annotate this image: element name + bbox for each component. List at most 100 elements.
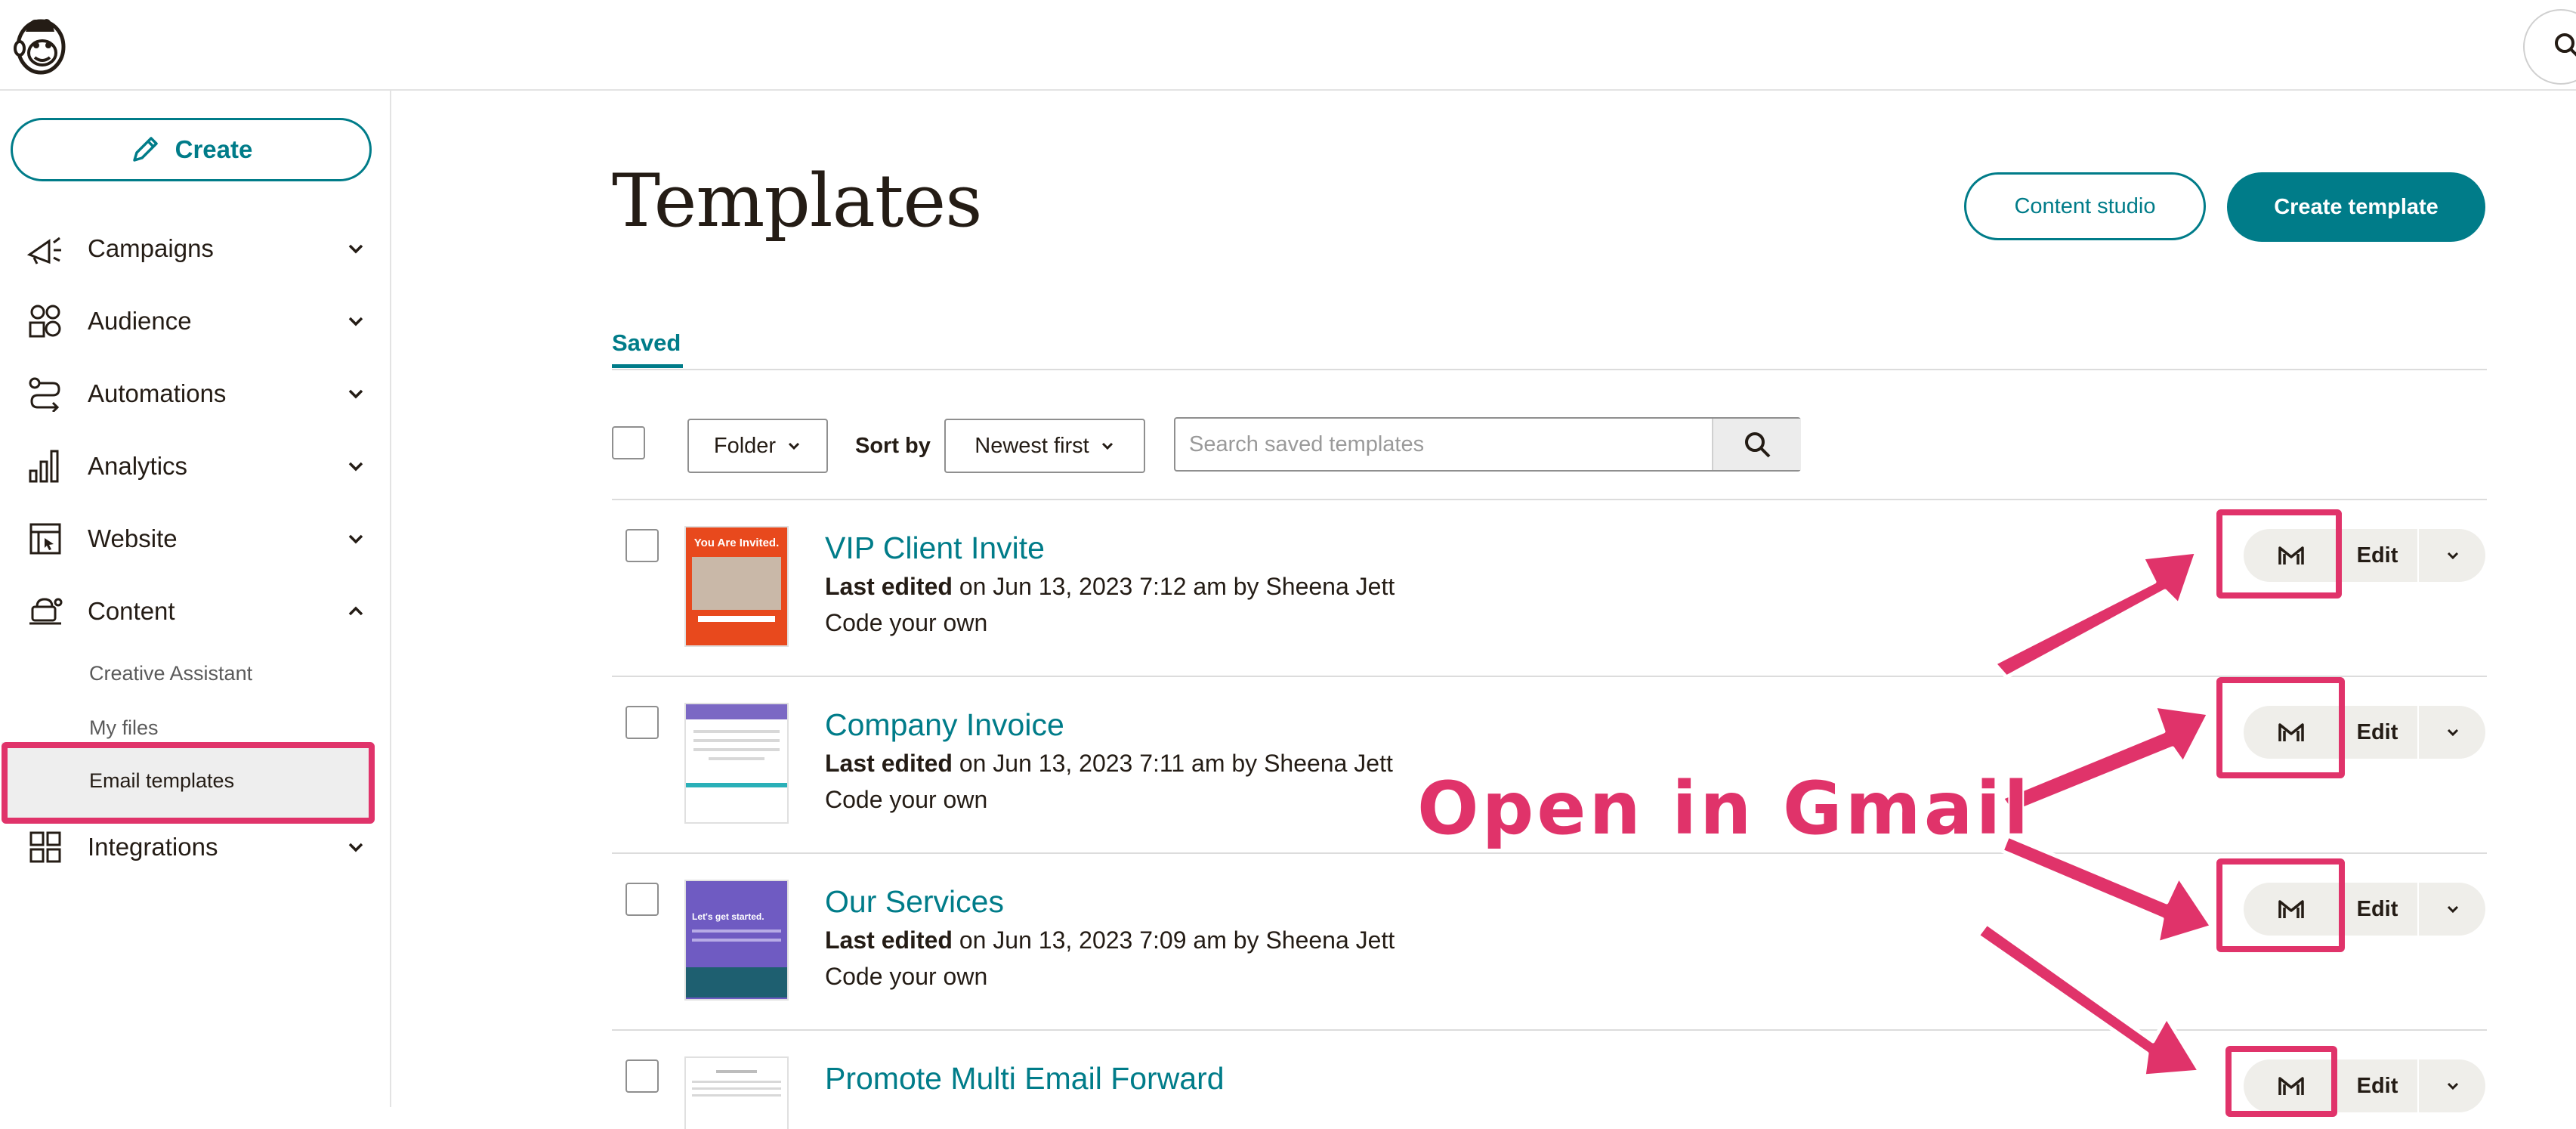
template-name[interactable]: VIP Client Invite [825, 530, 1045, 566]
chevron-down-icon [2447, 728, 2459, 737]
chevron-down-icon [348, 462, 363, 472]
sort-dropdown-value: Newest first [974, 433, 1089, 458]
search-icon [2555, 33, 2576, 57]
sidebar-item-label: Website [88, 524, 178, 552]
row-checkbox[interactable] [625, 1059, 659, 1093]
sidebar-item-label: Audience [88, 307, 192, 335]
last-edited-value: on Jun 13, 2023 7:11 am by Sheena Jett [952, 750, 1393, 777]
page-title: Templates [612, 159, 982, 243]
freddie-logo-icon[interactable] [11, 9, 71, 77]
top-bar [0, 0, 2576, 91]
automations-icon [26, 374, 65, 413]
template-name[interactable]: Company Invoice [825, 707, 1064, 743]
last-edited-label: Last edited [825, 926, 953, 954]
chevron-down-icon [348, 317, 363, 326]
main-content: Templates Content studio Create template… [391, 91, 2576, 1129]
highlight-box-gmail-1 [2216, 509, 2342, 599]
annotation-label: Open in Gmail [1416, 765, 2032, 852]
row-checkbox[interactable] [625, 706, 659, 739]
template-row: You Are Invited. VIP Client Invite Last … [612, 500, 2487, 674]
template-row: Let's get started. Our Services Last edi… [612, 854, 2487, 1028]
website-icon [26, 519, 65, 558]
last-edited-value: on Jun 13, 2023 7:09 am by Sheena Jett [952, 926, 1395, 954]
content-icon [26, 592, 65, 631]
chevron-down-icon [789, 442, 800, 450]
chevron-down-icon [348, 534, 363, 544]
sidebar-item-campaigns[interactable]: Campaigns [26, 222, 366, 275]
thumbnail-text: You Are Invited. [693, 537, 780, 549]
create-button[interactable]: Create [11, 118, 372, 181]
chevron-down-icon [348, 843, 363, 852]
select-all-checkbox[interactable] [612, 426, 645, 459]
row-checkbox[interactable] [625, 883, 659, 916]
create-button-label: Create [175, 135, 253, 163]
sidebar-item-label: Campaigns [88, 234, 214, 262]
sidebar-item-automations[interactable]: Automations [26, 367, 366, 420]
chevron-down-icon [348, 244, 363, 254]
megaphone-icon [26, 229, 65, 268]
folder-dropdown[interactable]: Folder [687, 419, 828, 473]
template-type: Code your own [825, 786, 988, 813]
grid-icon [26, 827, 65, 867]
edit-button[interactable]: Edit [2339, 1059, 2416, 1112]
more-actions-button[interactable] [2417, 883, 2487, 936]
sidebar-item-label: Content [88, 597, 175, 625]
sort-dropdown[interactable]: Newest first [944, 419, 1145, 473]
sidebar-item-analytics[interactable]: Analytics [26, 440, 366, 493]
template-meta: Last edited on Jun 13, 2023 7:11 am by S… [825, 750, 1393, 778]
sidebar-sub-creative-assistant[interactable]: Creative Assistant [89, 662, 252, 685]
edit-button[interactable]: Edit [2339, 883, 2416, 936]
last-edited-label: Last edited [825, 750, 953, 777]
template-type: Code your own [825, 963, 988, 990]
template-type: Code your own [825, 609, 988, 636]
tab-divider [612, 369, 2487, 370]
template-thumbnail[interactable] [684, 1056, 789, 1129]
template-thumbnail[interactable]: You Are Invited. [684, 526, 789, 647]
folder-dropdown-label: Folder [713, 433, 777, 458]
tab-saved[interactable]: Saved [612, 329, 681, 357]
template-row: Promote Multi Email Forward Edit [612, 1031, 2487, 1129]
top-search-button[interactable] [2523, 9, 2576, 85]
template-name[interactable]: Promote Multi Email Forward [825, 1061, 1225, 1097]
edit-button[interactable]: Edit [2339, 706, 2416, 759]
chevron-up-icon [348, 606, 363, 616]
sort-by-label: Sort by [855, 434, 931, 458]
sidebar: Create Campaigns Audience Automations An… [0, 91, 391, 1107]
create-template-button[interactable]: Create template [2227, 172, 2485, 242]
sidebar-item-website[interactable]: Website [26, 512, 366, 565]
content-studio-button[interactable]: Content studio [1964, 172, 2206, 240]
audience-icon [26, 302, 65, 341]
sidebar-item-content[interactable]: Content [26, 585, 366, 638]
template-thumbnail[interactable] [684, 703, 789, 824]
sidebar-item-integrations[interactable]: Integrations [26, 821, 366, 874]
search-button[interactable] [1712, 419, 1801, 470]
sidebar-item-label: Analytics [88, 452, 188, 480]
last-edited-label: Last edited [825, 573, 953, 600]
bar-chart-icon [26, 447, 65, 486]
sidebar-item-label: Integrations [88, 833, 218, 861]
highlight-box-gmail-3 [2216, 858, 2345, 952]
template-name[interactable]: Our Services [825, 884, 1004, 920]
sidebar-item-label: Automations [88, 379, 227, 407]
chevron-down-icon [2447, 552, 2459, 560]
edit-button[interactable]: Edit [2339, 529, 2416, 582]
search-templates-input[interactable] [1174, 417, 1801, 472]
highlight-box-gmail-2 [2216, 677, 2345, 778]
sidebar-item-audience[interactable]: Audience [26, 295, 366, 348]
highlight-box-email-templates [2, 742, 375, 824]
highlight-box-gmail-4 [2225, 1046, 2337, 1117]
more-actions-button[interactable] [2417, 706, 2487, 759]
thumbnail-text: Let's get started. [692, 911, 764, 922]
more-actions-button[interactable] [2417, 1059, 2487, 1112]
last-edited-value: on Jun 13, 2023 7:12 am by Sheena Jett [952, 573, 1395, 600]
sidebar-sub-my-files[interactable]: My files [89, 716, 159, 740]
chevron-down-icon [2447, 905, 2459, 914]
row-checkbox[interactable] [625, 529, 659, 562]
chevron-down-icon [2447, 1082, 2459, 1090]
template-thumbnail[interactable]: Let's get started. [684, 880, 789, 1001]
pencil-icon [132, 137, 158, 162]
chevron-down-icon [348, 389, 363, 399]
chevron-down-icon [1101, 442, 1113, 450]
template-meta: Last edited on Jun 13, 2023 7:12 am by S… [825, 573, 1395, 601]
more-actions-button[interactable] [2417, 529, 2487, 582]
